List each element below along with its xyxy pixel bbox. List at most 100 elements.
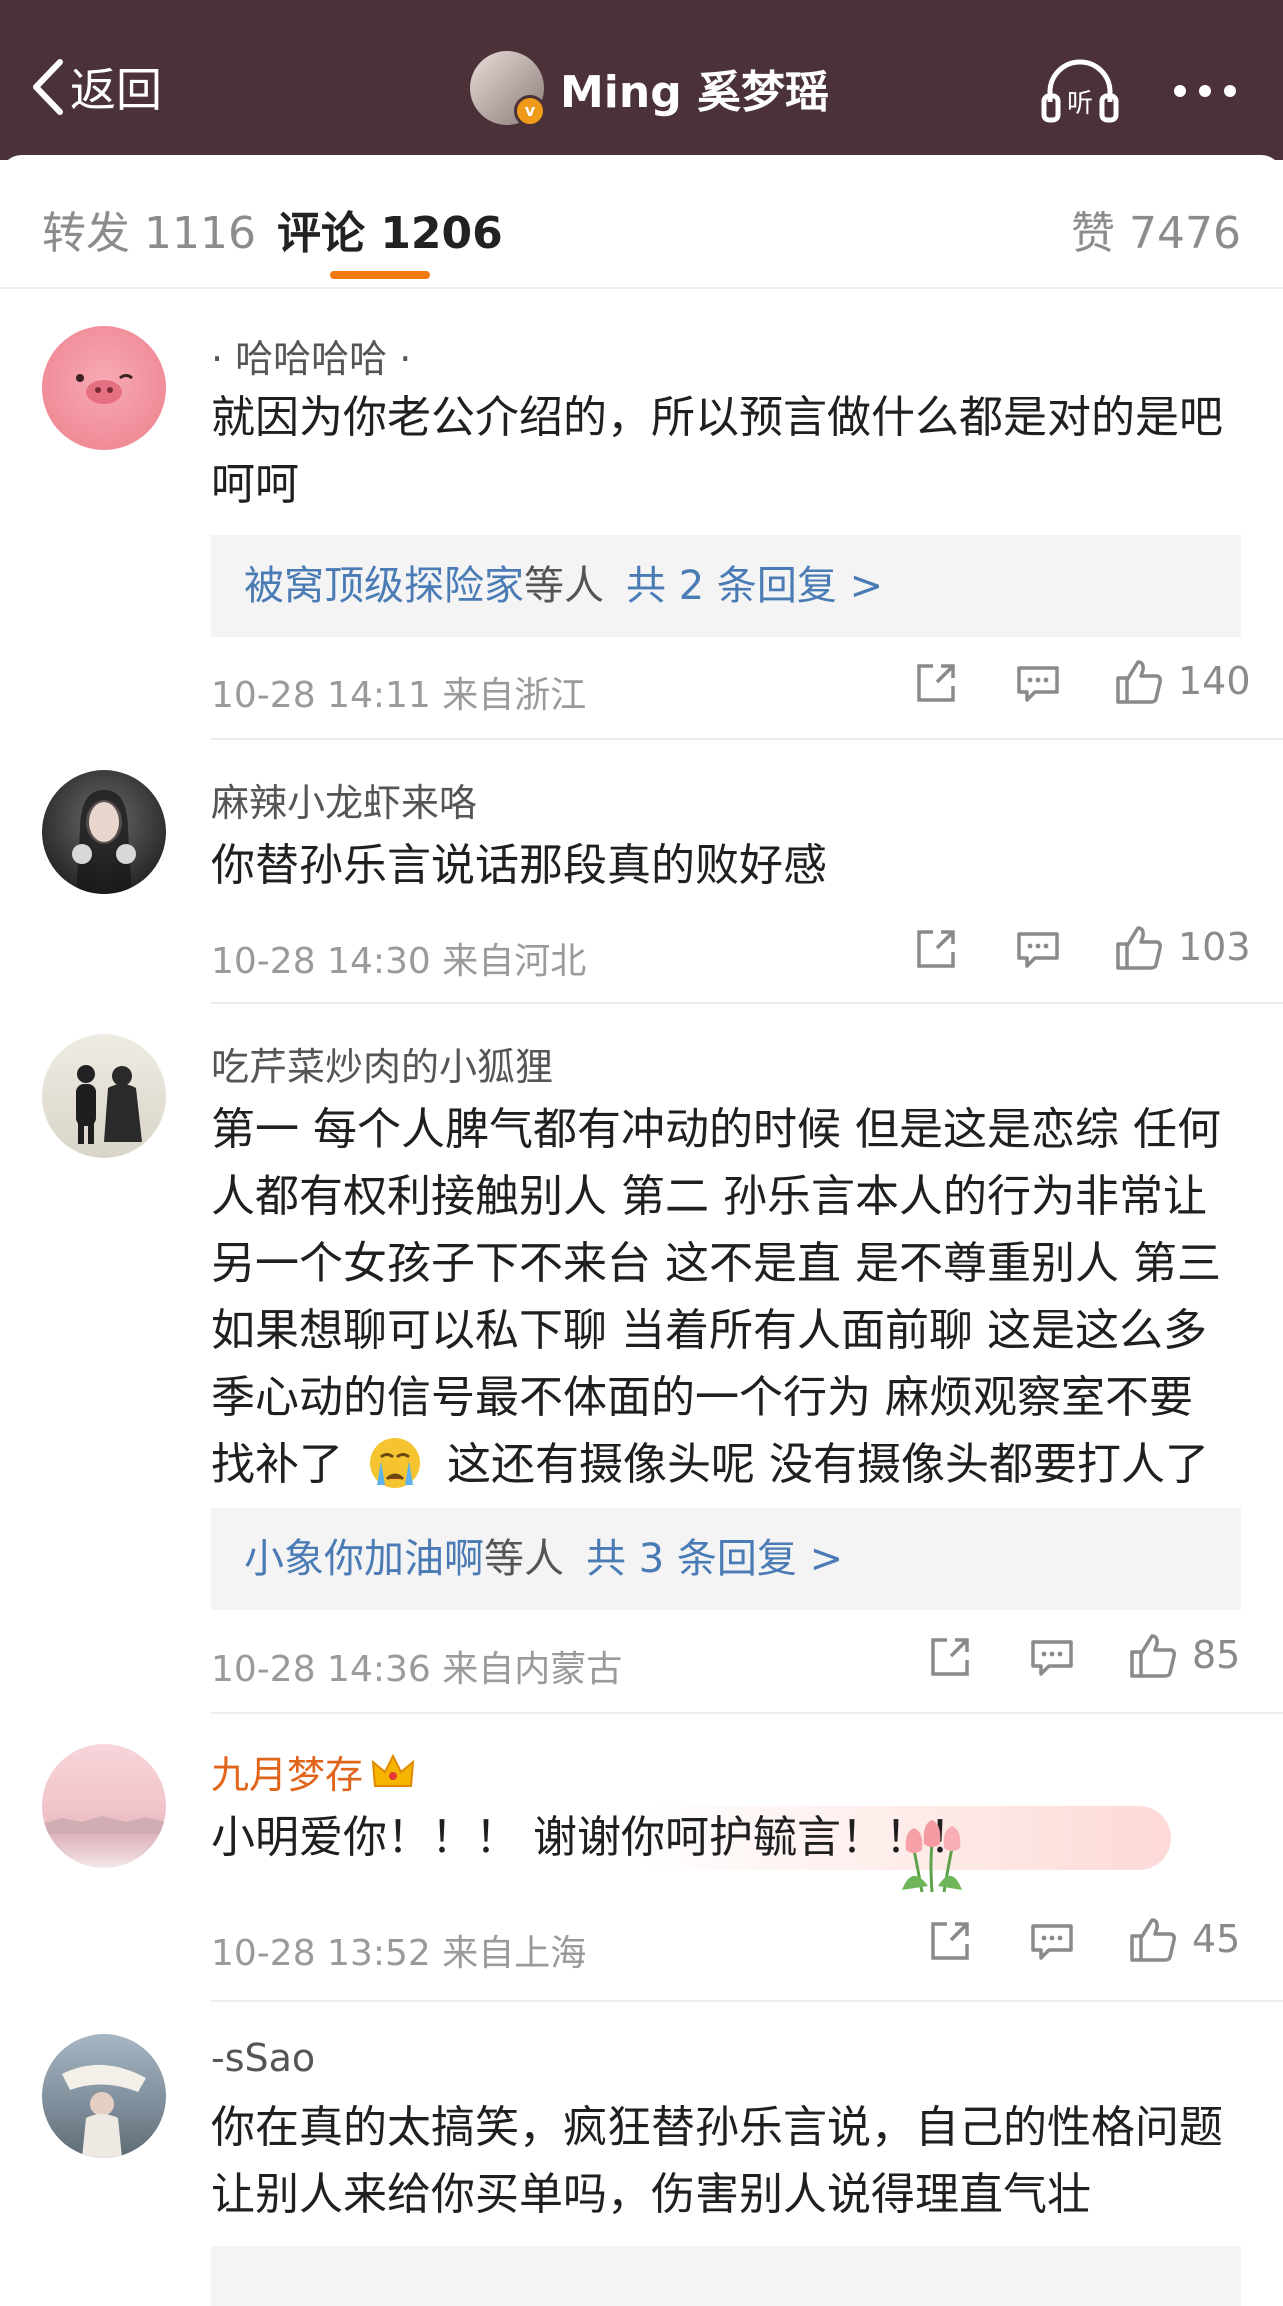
comment-button[interactable]: [1029, 1918, 1075, 1964]
divider: [211, 1002, 1283, 1004]
more-button[interactable]: [1170, 56, 1240, 126]
back-label: 返回: [70, 63, 162, 117]
thumbs-up-icon: [1130, 1918, 1176, 1962]
verified-badge-icon: v: [514, 95, 546, 127]
like-button[interactable]: 45: [1128, 1914, 1240, 1964]
comment-text: 你替孙乐言说话那段真的败好感: [211, 832, 1251, 899]
share-icon: [931, 1638, 969, 1676]
like-button[interactable]: 85: [1128, 1630, 1240, 1680]
like-button[interactable]: 140: [1114, 656, 1251, 706]
comment-text: 你在真的太搞笑，疯狂替孙乐言说，自己的性格问题 让别人来给你买单吗，伤害别人说得…: [211, 2094, 1251, 2228]
comment-line: 让别人来给你买单吗，伤害别人说得理直气壮: [211, 2169, 1091, 2220]
comment-username[interactable]: 九月梦存: [211, 1744, 415, 1799]
back-button[interactable]: 返回: [30, 52, 162, 122]
share-button[interactable]: [927, 1918, 973, 1964]
person-photo-icon: [62, 2064, 146, 2158]
avatar[interactable]: [42, 1744, 166, 1868]
comment-line: 就因为你老公介绍的，所以预言做什么都是对的是吧: [211, 392, 1223, 443]
reply-names: 被窝顶级探险家: [244, 563, 524, 609]
reply-count-link: 共 2 条回复 >: [626, 563, 884, 609]
listen-button[interactable]: 听: [1040, 56, 1120, 126]
reply-summary[interactable]: 被窝顶级探险家等人共 2 条回复 >: [211, 535, 1241, 637]
headphones-icon: 听: [1041, 59, 1119, 123]
like-count: 85: [1192, 1633, 1241, 1677]
divider: [211, 1712, 1283, 1714]
thumbs-up-icon: [1116, 660, 1162, 704]
tab-comments[interactable]: 评论 1206: [277, 197, 503, 261]
tab-reposts[interactable]: 转发 1116: [42, 197, 256, 261]
comment-meta: 10-28 14:30 来自河北: [211, 941, 587, 982]
comment-text: 就因为你老公介绍的，所以预言做什么都是对的是吧 呵呵: [211, 384, 1251, 518]
reply-middle: 等人: [524, 563, 604, 609]
comment-text: 第一 每个人脾气都有冲动的时候 但是这是恋综 任何 人都有权利接触别人 第二 孙…: [211, 1096, 1251, 1498]
share-icon: [917, 930, 955, 968]
username-text: 九月梦存: [211, 1753, 364, 1797]
like-count: 103: [1178, 925, 1251, 969]
chevron-left-icon: [33, 59, 63, 115]
comment-line: 你替孙乐言说话那段真的败好感: [211, 840, 827, 891]
active-tab-indicator: [330, 271, 430, 279]
tab-likes[interactable]: 赞 7476: [1071, 197, 1241, 261]
avatar[interactable]: [42, 770, 166, 894]
comment-meta: 10-28 13:52 来自上海: [211, 1933, 587, 1974]
like-count: 45: [1192, 1917, 1241, 1961]
share-icon: [931, 1922, 969, 1960]
share-button[interactable]: [927, 1634, 973, 1680]
comment-icon: [1031, 1924, 1073, 1960]
comment-meta: 10-28 14:11 来自浙江: [211, 675, 587, 716]
like-count: 140: [1178, 659, 1251, 703]
comment-line: 第一 每个人脾气都有冲动的时候 但是这是恋综 任何: [211, 1104, 1221, 1155]
pink-character-icon: [76, 374, 133, 404]
comment-username[interactable]: -sSao: [211, 2036, 315, 2080]
comment-icon: [1017, 932, 1059, 968]
comment-line: 另一个女孩子下不来台 这不是直 是不尊重别人 第三: [211, 1238, 1221, 1289]
comment-username[interactable]: 吃芹菜炒肉的小狐狸: [211, 1036, 553, 1091]
comment-username[interactable]: · 哈哈哈哈 ·: [211, 328, 411, 383]
avatar[interactable]: [42, 326, 166, 450]
landscape-photo-icon: [42, 1816, 166, 1834]
more-dots-icon: [1174, 85, 1236, 97]
comment-button[interactable]: [1015, 660, 1061, 706]
comment-line: 季心动的信号最不体面的一个行为 麻烦观察室不要: [211, 1372, 1193, 1423]
listen-label: 听: [1067, 89, 1093, 119]
comment-line: 你在真的太搞笑，疯狂替孙乐言说，自己的性格问题: [211, 2102, 1223, 2153]
comment-icon: [1031, 1640, 1073, 1676]
avatar[interactable]: [42, 1034, 166, 1158]
share-icon: [917, 664, 955, 702]
crown-icon: [371, 1753, 415, 1787]
comment-line-part: 这还有摄像头呢 没有摄像头都要打人了: [447, 1439, 1209, 1490]
comment-button[interactable]: [1029, 1634, 1075, 1680]
avatar: v: [470, 51, 546, 127]
avatar[interactable]: [42, 2034, 166, 2158]
comment-icon: [1017, 666, 1059, 702]
comment-line-text: 小明爱你！！！ 谢谢你呵护毓言！！！: [211, 1812, 973, 1863]
share-button[interactable]: [913, 660, 959, 706]
comment-text: 小明爱你！！！ 谢谢你呵护毓言！！！: [211, 1804, 1201, 1871]
like-button[interactable]: 103: [1114, 922, 1251, 972]
comment-line: 找补了 这还有摄像头呢 没有摄像头都要打人了: [211, 1431, 1251, 1498]
reply-summary[interactable]: [211, 2246, 1241, 2306]
share-button[interactable]: [913, 926, 959, 972]
comment-line: 人都有权利接触别人 第二 孙乐言本人的行为非常让: [211, 1171, 1207, 1222]
comment-line: 如果想聊可以私下聊 当着所有人面前聊 这是这么多: [211, 1305, 1207, 1356]
top-bar: 返回 v Ming 奚梦瑶 听: [0, 0, 1283, 160]
tulip-icon: [902, 1820, 962, 1893]
comment-line-part: 找补了: [211, 1439, 343, 1490]
thumbs-up-icon: [1130, 1634, 1176, 1678]
divider: [211, 2000, 1283, 2002]
couple-photo-icon: [76, 1065, 142, 1144]
comment-meta: 10-28 14:36 来自内蒙古: [211, 1649, 623, 1690]
page-title: Ming 奚梦瑶: [560, 67, 830, 118]
comment-username[interactable]: 麻辣小龙虾来咯: [211, 772, 477, 827]
comment-button[interactable]: [1015, 926, 1061, 972]
comment-line: 小明爱你！！！ 谢谢你呵护毓言！！！: [211, 1804, 1201, 1871]
divider: [211, 738, 1283, 740]
reply-count-link: 共 3 条回复 >: [586, 1536, 844, 1582]
reply-summary[interactable]: 小象你加油啊等人共 3 条回复 >: [211, 1508, 1241, 1610]
reply-names: 小象你加油啊: [244, 1536, 484, 1582]
crying-emoji-icon: [370, 1438, 420, 1488]
tab-bar: 转发 1116 评论 1206 赞 7476: [0, 155, 1283, 289]
profile-title[interactable]: v Ming 奚梦瑶: [470, 48, 829, 128]
comment-line: 呵呵: [211, 459, 299, 510]
person-photo-icon: [72, 790, 136, 894]
